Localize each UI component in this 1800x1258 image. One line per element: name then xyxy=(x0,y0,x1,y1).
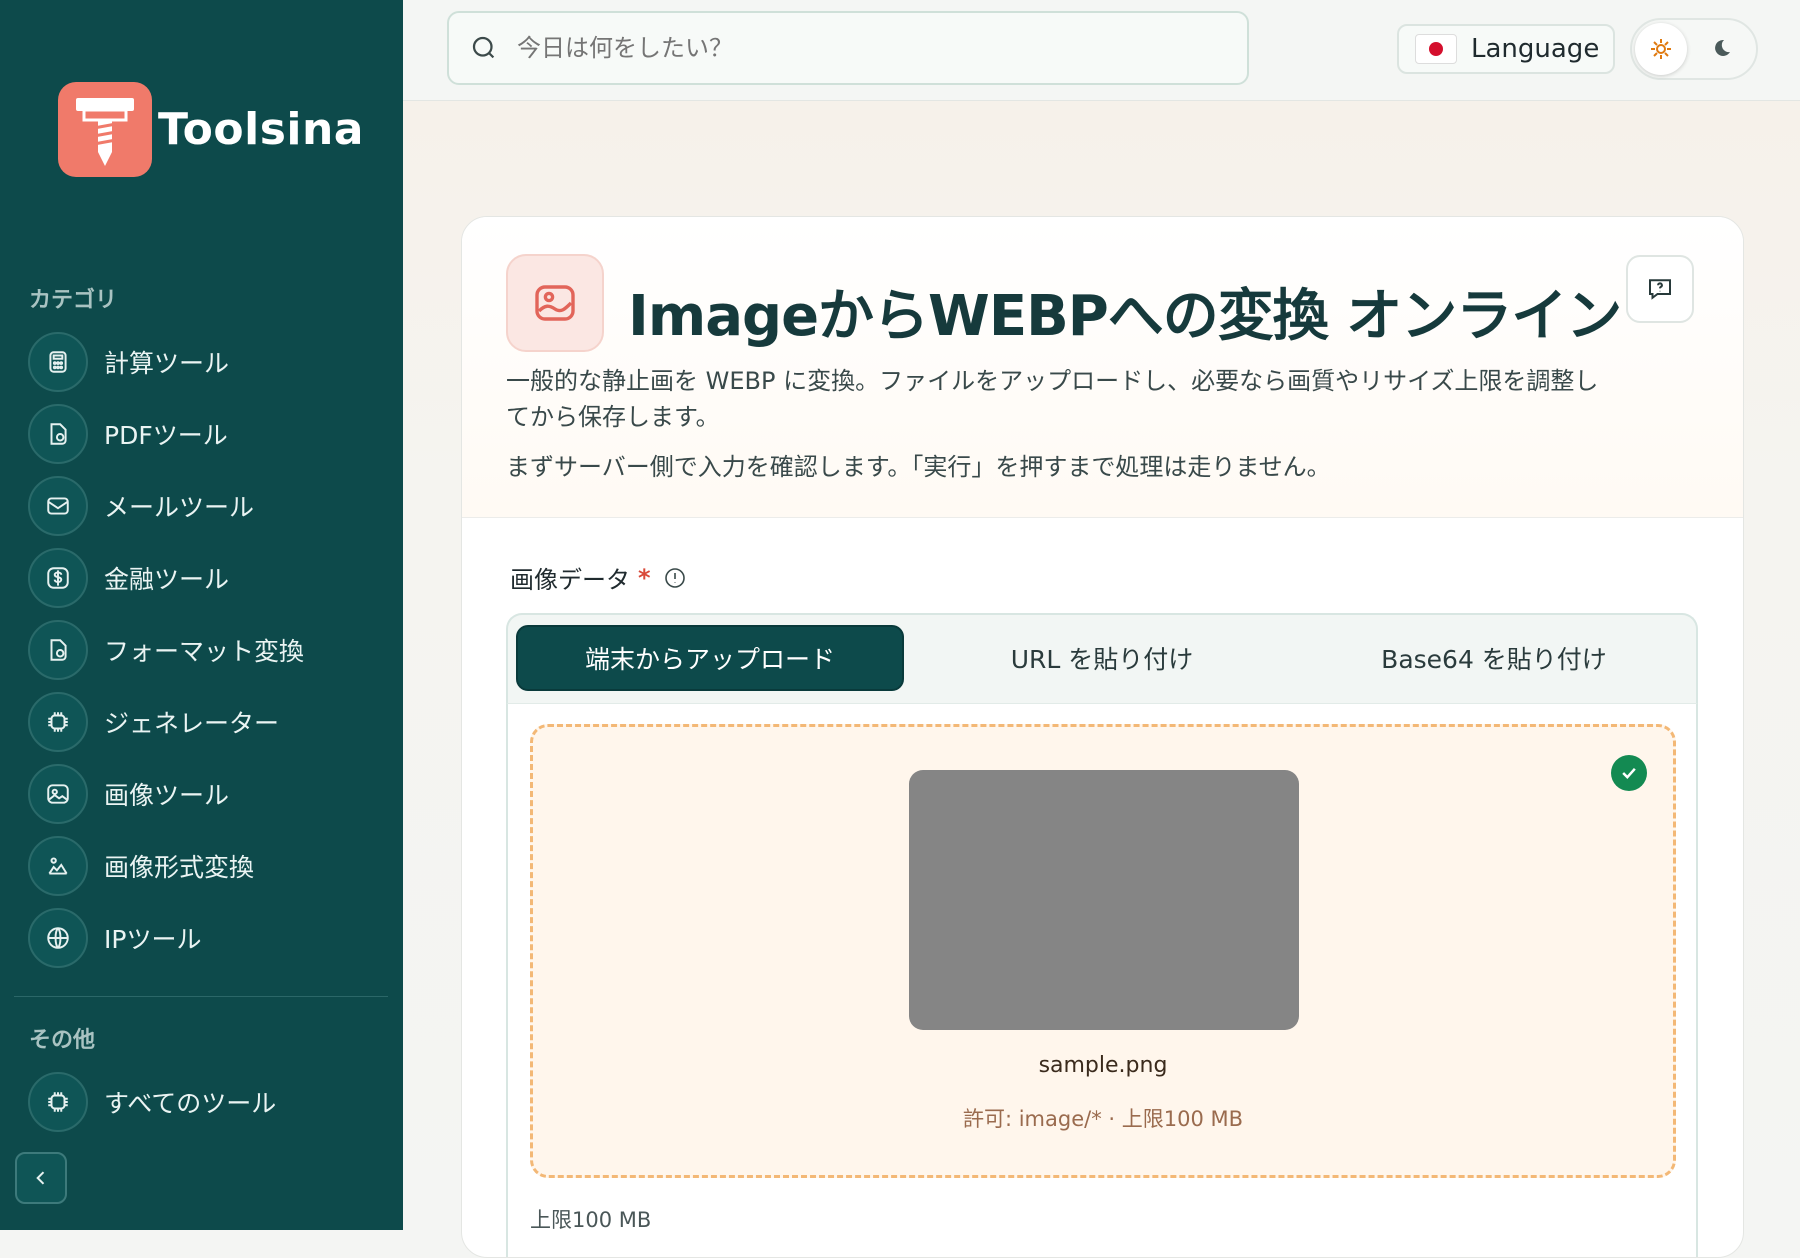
help-icon xyxy=(1649,279,1671,300)
sidebar-item-label: IPツール xyxy=(104,925,202,954)
field-label-text: 画像データ xyxy=(510,566,630,594)
info-icon[interactable] xyxy=(663,566,687,590)
topbar: Language xyxy=(403,0,1800,101)
collapse-sidebar-button[interactable] xyxy=(15,1152,67,1204)
sidebar-item-ip-tools[interactable]: IPツール xyxy=(28,908,388,968)
mail-icon xyxy=(28,476,88,536)
sun-icon[interactable] xyxy=(1635,23,1687,75)
search-icon xyxy=(472,36,495,59)
sidebar-item-label: PDFツール xyxy=(104,421,228,450)
sidebar-divider xyxy=(14,996,388,997)
sidebar-item-label: フォーマット変換 xyxy=(104,637,305,666)
allowed-types: 許可: image/* · 上限100 MB xyxy=(962,1107,1244,1131)
sidebar-item-label: すべてのツール xyxy=(104,1089,277,1118)
tool-header: ImageからWEBPへの変換 オンライン 一般的な静止画を WEBP に変換。… xyxy=(462,217,1743,518)
input-source-tabs: 端末からアップロード URL を貼り付け Base64 を貼り付け xyxy=(506,613,1698,703)
file-icon xyxy=(28,404,88,464)
categories-heading: カテゴリ xyxy=(29,288,118,313)
sidebar-item-calculator-tools[interactable]: 計算ツール xyxy=(28,332,388,392)
image-icon xyxy=(506,254,604,352)
image-preview xyxy=(909,770,1299,1030)
file-name: sample.png xyxy=(1038,1053,1168,1078)
dollar-icon xyxy=(28,548,88,608)
sidebar-item-pdf-tools[interactable]: PDFツール xyxy=(28,404,388,464)
sidebar-item-format-convert[interactable]: フォーマット変換 xyxy=(28,620,388,680)
file-dropzone[interactable]: sample.png 許可: image/* · 上限100 MB xyxy=(530,724,1676,1178)
sidebar-item-finance-tools[interactable]: 金融ツール xyxy=(28,548,388,608)
tab-paste-url[interactable]: URL を貼り付け xyxy=(908,625,1296,691)
tab-upload-from-device[interactable]: 端末からアップロード xyxy=(516,625,904,691)
theme-toggle[interactable] xyxy=(1630,18,1758,80)
sidebar-item-label: 画像形式変換 xyxy=(104,853,255,882)
language-label: Language xyxy=(1471,34,1600,64)
sidebar-item-label: 金融ツール xyxy=(104,565,230,594)
tool-description: 一般的な静止画を WEBP に変換。ファイルをアップロードし、必要なら画質やリサ… xyxy=(506,367,1599,431)
chip-icon xyxy=(28,692,88,752)
search-box[interactable] xyxy=(447,11,1249,85)
japan-flag-icon xyxy=(1415,34,1457,64)
globe-icon xyxy=(28,908,88,968)
sidebar-item-mail-tools[interactable]: メールツール xyxy=(28,476,388,536)
page-title: ImageからWEBPへの変換 オンライン xyxy=(628,284,1622,349)
required-mark: * xyxy=(638,563,651,592)
check-icon xyxy=(1611,755,1647,791)
help-button[interactable] xyxy=(1626,255,1694,323)
tool-note: まずサーバー側で入力を確認します。「実行」を押すまで処理は走りません。 xyxy=(506,453,1331,481)
sidebar-item-label: ジェネレーター xyxy=(104,709,280,738)
calculator-icon xyxy=(28,332,88,392)
brand-logo[interactable]: Toolsina xyxy=(58,82,364,177)
sidebar-item-label: 計算ツール xyxy=(104,349,230,378)
brand-name: Toolsina xyxy=(158,104,364,155)
search-input[interactable] xyxy=(515,33,1159,63)
sidebar-item-label: メールツール xyxy=(104,493,255,522)
language-button[interactable]: Language xyxy=(1397,24,1615,74)
image-convert-icon xyxy=(28,836,88,896)
logo-icon xyxy=(58,82,152,177)
sidebar-other-nav: すべてのツール xyxy=(28,1072,388,1144)
tool-card: ImageからWEBPへの変換 オンライン 一般的な静止画を WEBP に変換。… xyxy=(461,216,1744,1258)
sidebar-item-generators[interactable]: ジェネレーター xyxy=(28,692,388,752)
sidebar-item-label: 画像ツール xyxy=(104,781,230,810)
moon-icon[interactable] xyxy=(1704,32,1738,66)
sidebar-item-image-tools[interactable]: 画像ツール xyxy=(28,764,388,824)
sidebar-item-all-tools[interactable]: すべてのツール xyxy=(28,1072,388,1132)
file-icon xyxy=(28,620,88,680)
other-heading: その他 xyxy=(29,1028,96,1053)
upload-panel: sample.png 許可: image/* · 上限100 MB 上限100 … xyxy=(506,703,1698,1257)
tab-paste-base64[interactable]: Base64 を貼り付け xyxy=(1300,625,1688,691)
chip-icon xyxy=(28,1072,88,1132)
image-icon xyxy=(28,764,88,824)
sidebar-item-image-format-convert[interactable]: 画像形式変換 xyxy=(28,836,388,896)
sidebar-nav: 計算ツール PDFツール メールツール 金融ツール フォーマット変換 ジェネレー… xyxy=(28,332,388,980)
chevron-left-icon xyxy=(36,1171,45,1185)
image-data-label: 画像データ * xyxy=(510,560,687,595)
sidebar: Toolsina カテゴリ 計算ツール PDFツール メールツール 金融ツール xyxy=(0,0,403,1230)
